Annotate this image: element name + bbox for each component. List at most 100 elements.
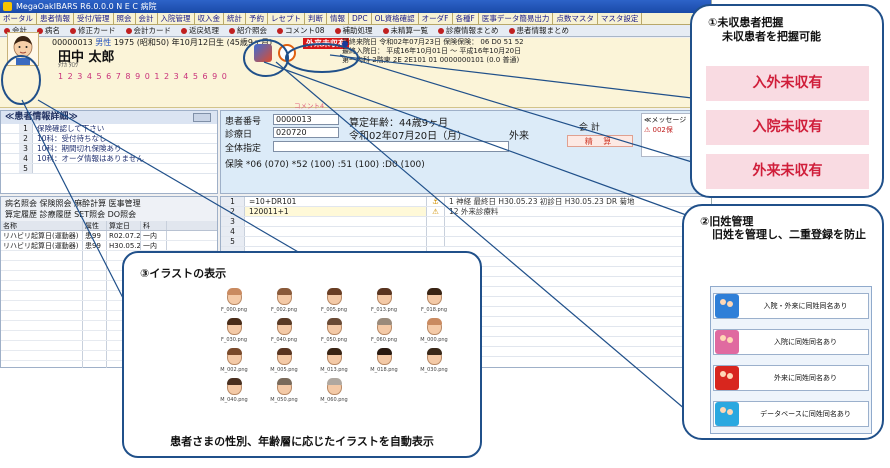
- menu-item[interactable]: 医事データ簡易出力: [479, 13, 554, 24]
- order-code-cell[interactable]: =10+DR101: [245, 197, 427, 206]
- history-column-header[interactable]: 属性: [83, 221, 107, 230]
- menu-item[interactable]: OL資格確認: [372, 13, 419, 24]
- face-illustration-icon: [376, 318, 392, 335]
- memo-dropdown-button[interactable]: [193, 113, 211, 122]
- toolbar-button[interactable]: コメント08: [273, 25, 331, 36]
- memo-row[interactable]: 4 10科：オーダ情報はありません: [1, 154, 217, 164]
- toolbar-dot-icon: [334, 27, 341, 34]
- face-illustration-icon: [426, 348, 442, 365]
- menu-item[interactable]: 各種F: [453, 13, 479, 24]
- duplicate-name-text: データベースに同姓同名あり: [760, 410, 851, 418]
- patient-illustration: M_002.png: [212, 348, 256, 377]
- toolbar-dot-icon: [229, 27, 235, 34]
- order-code-cell[interactable]: [245, 237, 427, 246]
- history-tabs-row-1[interactable]: 病名照会 保険照会 麻酔計算 医事管理: [5, 198, 213, 209]
- prohibition-icon[interactable]: [278, 44, 296, 62]
- menu-item[interactable]: DPC: [349, 13, 372, 24]
- history-row[interactable]: リハビリ起算日(運動器)患99R02.07.20一内: [1, 231, 217, 241]
- history-cell: [83, 361, 107, 368]
- toolbar-button[interactable]: 返戻処理: [177, 25, 225, 36]
- order-row[interactable]: 4: [221, 227, 711, 237]
- history-cell: [1, 331, 83, 340]
- history-cell: R02.07.20: [109, 231, 141, 240]
- history-column-header[interactable]: 科: [141, 221, 167, 230]
- illustration-filename: M_002.png: [220, 367, 248, 373]
- toolbar-button[interactable]: 未精算一覧: [379, 25, 435, 36]
- face-illustration-icon: [276, 348, 292, 365]
- menu-item[interactable]: 患者情報: [37, 13, 74, 24]
- history-cell: [83, 261, 107, 270]
- order-row[interactable]: 2 120011+1 ⚠ 12 外来診療料: [221, 207, 711, 217]
- menu-item[interactable]: 会計: [136, 13, 158, 24]
- history-cell: 一内: [141, 231, 167, 240]
- illustration-filename: F_000.png: [220, 307, 248, 313]
- patient-illustration: M_050.png: [262, 378, 306, 407]
- date-input[interactable]: 020720: [273, 127, 339, 138]
- order-info-cell: [445, 217, 449, 226]
- face-illustration-icon: [226, 378, 242, 395]
- patient-illustration: F_000.png: [212, 288, 256, 317]
- face-illustration-icon: [326, 318, 342, 335]
- menu-item[interactable]: マスタ設定: [598, 13, 643, 24]
- menu-item[interactable]: 受付/管理: [74, 13, 114, 24]
- same-name-family-icon[interactable]: [254, 44, 272, 62]
- menu-item[interactable]: 情報: [327, 13, 350, 24]
- app-icon: [3, 2, 12, 11]
- unpaid-item-inpatient: 入院未収有: [706, 110, 869, 145]
- same-name-people-icon: [715, 366, 739, 390]
- menu-item[interactable]: ポータル: [0, 13, 37, 24]
- order-row[interactable]: 3: [221, 217, 711, 227]
- memo-row-number: 3: [19, 144, 33, 153]
- order-row[interactable]: 1 =10+DR101 ⚓ 1 神経 最終日 H30.05.23 初診日 H30.05…: [221, 197, 711, 207]
- order-code-cell[interactable]: [245, 217, 427, 226]
- patient-kana: ﾀﾅｶ ﾀﾛｳ: [58, 62, 78, 69]
- illustration-filename: M_040.png: [220, 397, 248, 403]
- history-cell: 患99: [83, 231, 107, 240]
- order-code-cell[interactable]: [245, 227, 427, 236]
- menu-item[interactable]: オーダF: [419, 13, 453, 24]
- toolbar-button[interactable]: 紹介照会: [225, 25, 273, 36]
- menu-bar: ポータル 患者情報 受付/管理 照会 会計 入院管理 収入金 統計 予約 レセプト 判断 情報 DPC O…: [0, 13, 711, 25]
- menu-item[interactable]: 収入金: [195, 13, 225, 24]
- history-column-header[interactable]: 算定日: [107, 221, 141, 230]
- history-tabs-row-2[interactable]: 算定履歴 診療履歴 SET照会 DO照会: [5, 209, 213, 220]
- toolbar-button-label: 病名: [45, 25, 60, 35]
- toolbar-button[interactable]: 補助処理: [331, 25, 379, 36]
- memo-row[interactable]: 2 10科：受付待ちなし: [1, 134, 217, 144]
- face-illustration-icon: [276, 318, 292, 335]
- order-row[interactable]: 5: [221, 237, 711, 247]
- history-cell: [83, 251, 107, 260]
- history-column-header[interactable]: 名称: [1, 221, 83, 230]
- order-info-cell: [445, 227, 449, 236]
- menu-item[interactable]: レセプト: [268, 13, 306, 24]
- toolbar-button[interactable]: 会計カード: [122, 25, 178, 36]
- history-cell: 一内: [141, 241, 167, 250]
- face-illustration-icon: [276, 378, 292, 395]
- menu-item[interactable]: 判断: [305, 13, 328, 24]
- memo-row-number: 4: [19, 154, 33, 163]
- order-code-cell[interactable]: 120011+1: [245, 207, 427, 216]
- menu-item[interactable]: 照会: [114, 13, 136, 24]
- toolbar: 会計 病名 修正カード 会計カード 返戻処理 紹介照会 コメント08 補助処理 未精算一覧 診療情…: [0, 25, 711, 37]
- memo-row[interactable]: 3 10科：期間切れ保険あり: [1, 144, 217, 154]
- visit-type: 外来: [509, 131, 529, 142]
- patient-no-input[interactable]: 0000013: [273, 114, 339, 125]
- title-bar: MegaOakIBARS R6.0.0.0 N E C 病院: [0, 0, 711, 13]
- memo-row[interactable]: 5: [1, 164, 217, 174]
- settle-button[interactable]: 精 算: [567, 135, 633, 147]
- order-row-number: 3: [221, 217, 245, 226]
- toolbar-button[interactable]: 修正カード: [66, 25, 122, 36]
- patient-number-strip: 1 2 3 4 5 6 7 8 9 0 1 2 3 4 5 6 9 0: [58, 72, 228, 81]
- full-spec-input[interactable]: [273, 141, 509, 152]
- history-cell: [1, 291, 83, 300]
- menu-item[interactable]: 統計: [224, 13, 247, 24]
- history-row[interactable]: リハビリ起算日(運動器)患99H30.05.23一内: [1, 241, 217, 251]
- toolbar-button[interactable]: 診療情報まとめ: [434, 25, 505, 36]
- menu-item[interactable]: 点数マスタ: [553, 13, 598, 24]
- toolbar-button[interactable]: 患者情報まとめ: [505, 25, 576, 36]
- history-cell: [83, 291, 107, 300]
- menu-item[interactable]: 入院管理: [158, 13, 195, 24]
- menu-item[interactable]: 予約: [246, 13, 269, 24]
- memo-row[interactable]: 1 保険確認して下さい: [1, 124, 217, 134]
- unpaid-item-both: 入外未収有: [706, 66, 869, 101]
